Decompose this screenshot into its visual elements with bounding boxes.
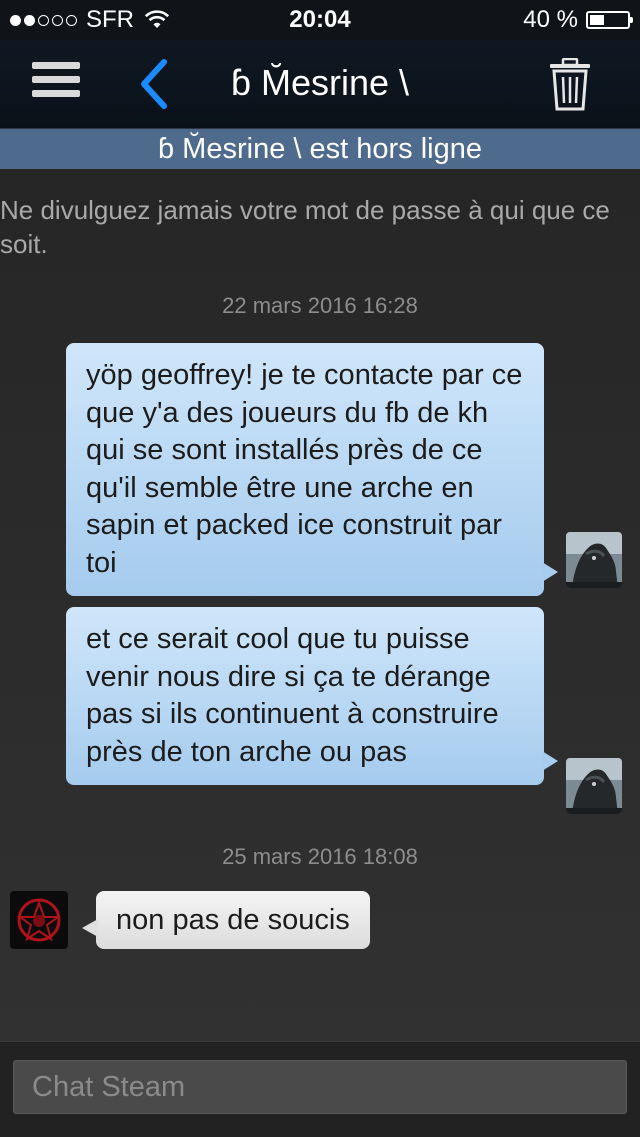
message-timestamp: 25 mars 2016 18:08 [222,844,418,869]
chat-area[interactable]: Ne divulguez jamais votre mot de passe à… [0,169,640,1041]
chat-input[interactable] [13,1060,627,1114]
security-notice: Ne divulguez jamais votre mot de passe à… [0,195,610,259]
incoming-message[interactable]: non pas de soucis [82,891,370,949]
nav-bar: ɓ M̆esrine \ [0,40,640,129]
my-avatar [566,532,622,588]
my-avatar [566,758,622,814]
status-bar: SFR 20:04 40 % [0,0,640,40]
trash-icon[interactable] [548,58,592,112]
message-timestamp: 22 mars 2016 16:28 [222,293,418,318]
message-text: et ce serait cool que tu puisse venir no… [86,623,499,768]
godzilla-avatar-icon [566,532,622,588]
battery-level [590,15,605,25]
presence-status-bar: ɓ M̆esrine \ est hors ligne [0,129,640,169]
compose-bar [0,1041,640,1137]
baphomet-avatar-icon [10,891,68,949]
status-right: 40 % [523,6,633,34]
contact-avatar[interactable] [10,891,68,949]
conversation-title: ɓ M̆esrine \ [230,62,410,103]
outgoing-message[interactable]: et ce serait cool que tu puisse venir no… [66,607,558,785]
battery-percent: 40 % [523,6,578,33]
battery-icon [586,11,633,29]
godzilla-avatar-icon [566,758,622,814]
message-text: non pas de soucis [116,904,350,936]
outgoing-message[interactable]: yöp geoffrey! je te contacte par ce que … [66,343,558,596]
message-text: yöp geoffrey! je te contacte par ce que … [86,359,523,579]
